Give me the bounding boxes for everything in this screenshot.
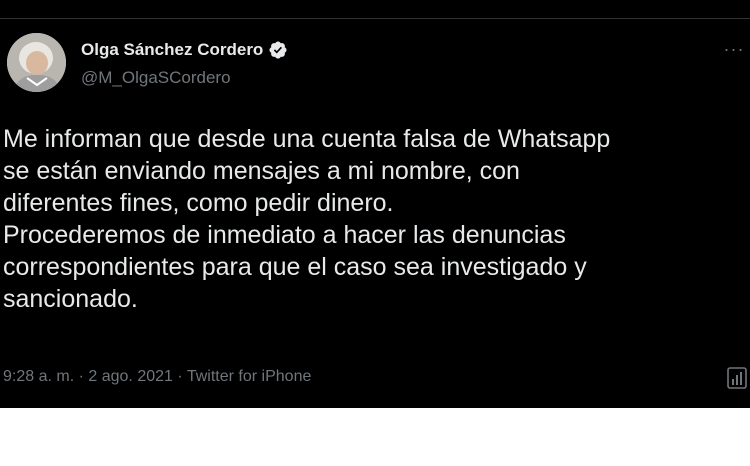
tweet-date[interactable]: 2 ago. 2021 [88,368,173,385]
author-name-text: Olga Sánchez Cordero [81,40,264,59]
tweet-metadata: 9:28 a. m. · 2 ago. 2021 · Twitter for i… [3,368,311,386]
top-divider [0,18,750,19]
meta-separator-2: · [177,368,183,385]
tweet-text: Me informan que desde una cuenta falsa d… [3,125,611,313]
author-display-name[interactable]: Olga Sánchez Cordero [81,40,288,60]
verified-badge-icon [269,41,287,59]
tweet-source[interactable]: Twitter for iPhone [187,368,312,385]
more-options-button[interactable]: ··· [721,38,747,60]
author-handle[interactable]: @M_OlgaSCordero [81,68,231,88]
tweet-time[interactable]: 9:28 a. m. [3,368,74,385]
meta-separator: · [78,368,84,385]
analytics-icon[interactable] [727,367,747,389]
avatar[interactable] [7,33,66,92]
tweet-card: Olga Sánchez Cordero @M_OlgaSCordero ···… [0,0,750,408]
more-options-icon: ··· [723,38,745,59]
profile-photo-icon [7,33,66,92]
